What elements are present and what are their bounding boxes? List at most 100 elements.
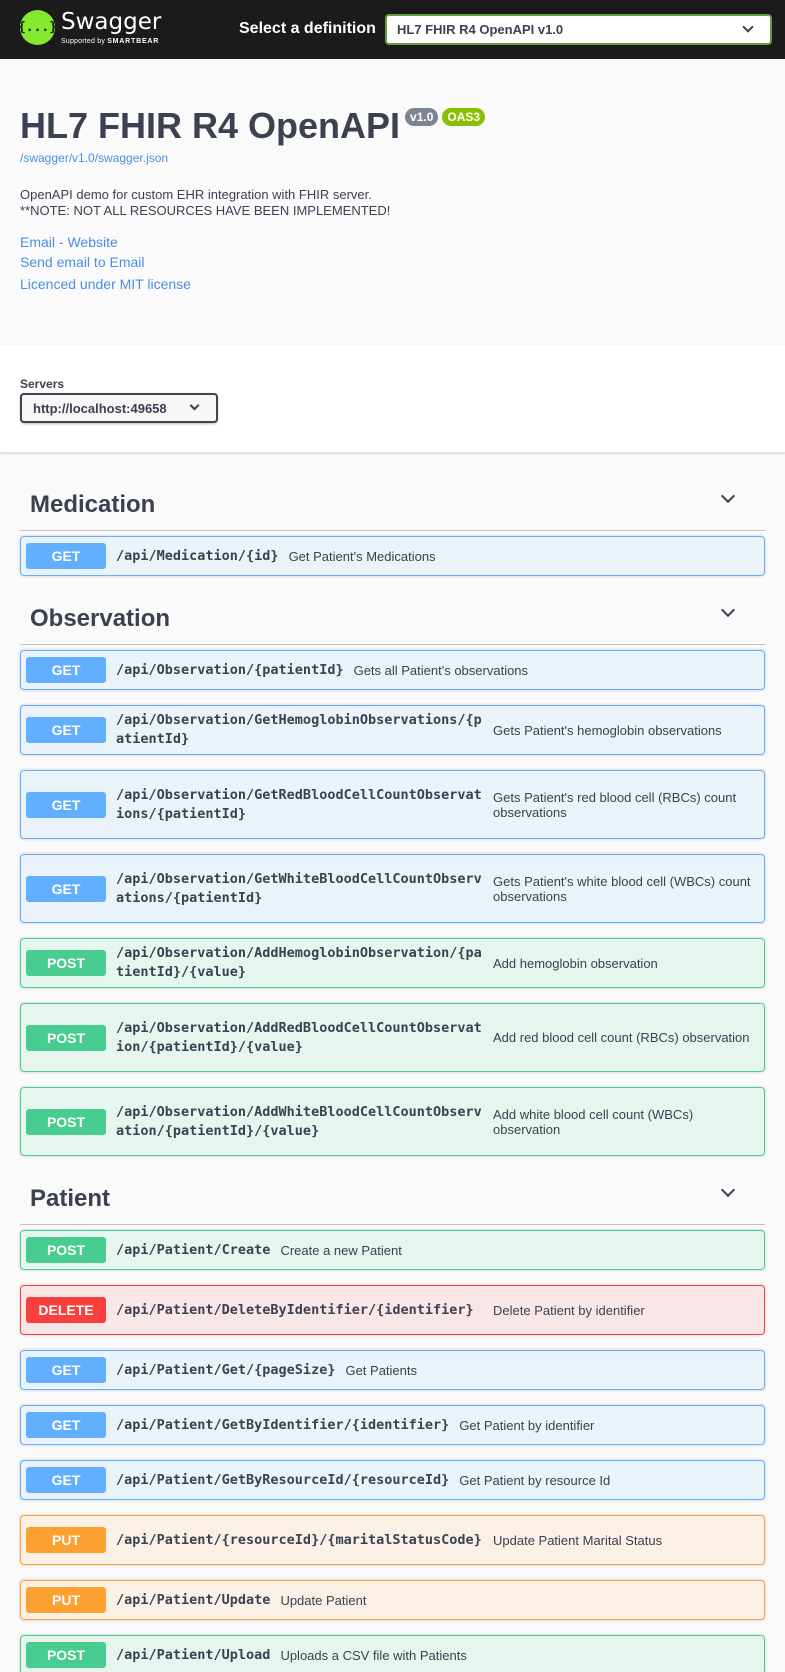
- operation-path: /api/Observation/GetHemoglobinObservatio…: [116, 712, 482, 747]
- operation-row[interactable]: GET /api/Observation/GetRedBloodCellCoun…: [20, 770, 765, 839]
- method-badge: POST: [26, 1108, 106, 1135]
- brand-name: Swagger: [61, 8, 162, 35]
- operation-row[interactable]: POST /api/Observation/AddHemoglobinObser…: [20, 938, 765, 988]
- website-link[interactable]: Email - Website: [20, 234, 765, 250]
- operation-summary: Get Patients: [345, 1362, 417, 1378]
- operation-row[interactable]: PUT /api/Patient/{resourceId}/{maritalSt…: [20, 1515, 765, 1565]
- method-badge: GET: [26, 1357, 106, 1383]
- operation-summary: Gets all Patient's observations: [353, 662, 529, 678]
- email-link[interactable]: Send email to Email: [20, 254, 765, 270]
- server-select[interactable]: http://localhost:49658: [20, 393, 218, 423]
- operation-path: /api/Patient/GetByIdentifier/{identifier…: [116, 1416, 450, 1433]
- method-badge: POST: [26, 1642, 106, 1668]
- operation-path: /api/Patient/Upload: [116, 1646, 271, 1663]
- api-description: OpenAPI demo for custom EHR integration …: [20, 187, 765, 219]
- chevron-down-icon[interactable]: [720, 1182, 736, 1198]
- method-badge: GET: [26, 657, 106, 683]
- servers-label: Servers: [20, 377, 65, 391]
- method-badge: POST: [26, 1024, 106, 1051]
- operation-row[interactable]: POST /api/Patient/Create Create a new Pa…: [20, 1230, 765, 1270]
- operation-row[interactable]: POST /api/Observation/AddRedBloodCellCou…: [20, 1003, 765, 1072]
- method-badge: GET: [26, 543, 106, 569]
- operation-summary: Gets Patient's hemoglobin observations: [493, 722, 722, 738]
- brand-subtitle: Supported by SMARTBEAR: [61, 38, 161, 45]
- method-badge: PUT: [26, 1587, 106, 1613]
- method-badge: GET: [26, 1412, 106, 1438]
- operation-row[interactable]: POST /api/Patient/Upload Uploads a CSV f…: [20, 1635, 765, 1672]
- operations: Medication GET /api/Medication/{id} Get …: [0, 453, 785, 1672]
- brand-sub-company: SMARTBEAR: [107, 37, 160, 45]
- operation-summary: Uploads a CSV file with Patients: [280, 1647, 467, 1663]
- chevron-down-icon: [189, 400, 200, 411]
- operation-path: /api/Observation/AddWhiteBloodCellCountO…: [116, 1103, 482, 1139]
- method-badge: GET: [26, 1467, 106, 1493]
- server-select-value: http://localhost:49658: [33, 401, 167, 416]
- method-badge: GET: [26, 717, 106, 743]
- tag-title: Observation: [30, 605, 171, 632]
- operation-path: /api/Observation/GetRedBloodCellCountObs…: [116, 786, 482, 822]
- operation-row[interactable]: GET /api/Observation/GetWhiteBloodCellCo…: [20, 854, 765, 923]
- operation-summary: Add hemoglobin observation: [493, 955, 658, 971]
- operation-row[interactable]: GET /api/Patient/GetByResourceId/{resour…: [20, 1460, 765, 1500]
- operation-row[interactable]: GET /api/Patient/Get/{pageSize} Get Pati…: [20, 1350, 765, 1390]
- method-badge: POST: [26, 950, 106, 976]
- topbar: {...} Swagger Supported by SMARTBEAR Sel…: [0, 0, 785, 59]
- operation-summary: Create a new Patient: [280, 1242, 402, 1258]
- operation-summary: Get Patient by identifier: [459, 1417, 595, 1433]
- swagger-logo-icon: {...}: [18, 10, 57, 45]
- page-title: HL7 FHIR R4 OpenAPI: [20, 105, 401, 146]
- operation-row[interactable]: GET /api/Observation/{patientId} Gets al…: [20, 650, 765, 690]
- operation-path: /api/Observation/AddRedBloodCellCountObs…: [116, 1019, 482, 1055]
- tag-group-observation: Observation GET /api/Observation/{patien…: [20, 588, 765, 1156]
- operation-summary: Gets Patient's red blood cell (RBCs) cou…: [493, 789, 737, 820]
- chevron-down-icon[interactable]: [720, 488, 736, 504]
- operation-path: /api/Patient/GetByResourceId/{resourceId…: [116, 1471, 450, 1488]
- operation-row[interactable]: POST /api/Observation/AddWhiteBloodCellC…: [20, 1087, 765, 1156]
- operation-summary: Add red blood cell count (RBCs) observat…: [493, 1030, 750, 1045]
- oas-badge: OAS3: [442, 108, 486, 126]
- operation-path: /api/Medication/{id}: [116, 547, 279, 564]
- brand-sub-prefix: Supported by: [61, 37, 106, 45]
- method-badge: GET: [26, 875, 106, 902]
- operation-row[interactable]: GET /api/Medication/{id} Get Patient's M…: [20, 536, 765, 576]
- license-link[interactable]: Licenced under MIT license: [20, 276, 765, 292]
- method-badge: GET: [26, 791, 106, 818]
- method-badge: DELETE: [26, 1297, 106, 1323]
- chevron-down-icon[interactable]: [720, 602, 736, 618]
- definition-select-label: Select a definition: [239, 20, 376, 37]
- operation-row[interactable]: GET /api/Patient/GetByIdentifier/{identi…: [20, 1405, 765, 1445]
- servers-section: Servers http://localhost:49658: [0, 345, 785, 453]
- operation-path: /api/Patient/{resourceId}/{maritalStatus…: [116, 1531, 482, 1548]
- operation-summary: Update Patient Marital Status: [493, 1532, 663, 1548]
- tag-title: Medication: [30, 491, 156, 518]
- operation-path: /api/Observation/AddHemoglobinObservatio…: [116, 945, 482, 980]
- swagger-logo[interactable]: {...} Swagger Supported by SMARTBEAR: [18, 8, 162, 45]
- operation-path: /api/Patient/Update: [116, 1591, 271, 1608]
- description-line-2: **NOTE: NOT ALL RESOURCES HAVE BEEN IMPL…: [20, 203, 391, 218]
- version-badge: v1.0: [405, 108, 439, 126]
- operation-path: /api/Observation/{patientId}: [116, 661, 344, 678]
- operation-summary: Gets Patient's white blood cell (WBCs) c…: [493, 873, 751, 904]
- chevron-down-icon: [742, 21, 754, 33]
- spec-url-link[interactable]: /swagger/v1.0/swagger.json: [20, 151, 765, 165]
- operation-path: /api/Observation/GetWhiteBloodCellCountO…: [116, 870, 482, 906]
- operation-path: /api/Patient/DeleteByIdentifier/{identif…: [116, 1301, 474, 1318]
- method-badge: PUT: [26, 1527, 106, 1553]
- tag-group-medication: Medication GET /api/Medication/{id} Get …: [20, 474, 765, 576]
- tag-header-observation[interactable]: Observation: [20, 588, 765, 645]
- logo-text: Swagger Supported by SMARTBEAR: [61, 8, 162, 45]
- operation-path: /api/Patient/Create: [116, 1241, 271, 1258]
- operation-summary: Get Patient's Medications: [288, 548, 436, 564]
- operation-summary: Update Patient: [280, 1592, 367, 1608]
- tag-header-patient[interactable]: Patient: [20, 1168, 765, 1225]
- definition-select[interactable]: HL7 FHIR R4 OpenAPI v1.0: [385, 14, 772, 45]
- tag-header-medication[interactable]: Medication: [20, 474, 765, 531]
- operation-row[interactable]: DELETE /api/Patient/DeleteByIdentifier/{…: [20, 1285, 765, 1335]
- tag-title: Patient: [30, 1185, 111, 1212]
- operation-summary: Add white blood cell count (WBCs) observ…: [493, 1106, 694, 1137]
- operation-row[interactable]: PUT /api/Patient/Update Update Patient: [20, 1580, 765, 1620]
- operation-row[interactable]: GET /api/Observation/GetHemoglobinObserv…: [20, 705, 765, 755]
- operation-summary: Get Patient by resource Id: [459, 1472, 611, 1488]
- api-info: HL7 FHIR R4 OpenAPI v1.0 OAS3 /swagger/v…: [0, 59, 785, 345]
- operation-path: /api/Patient/Get/{pageSize}: [116, 1361, 336, 1378]
